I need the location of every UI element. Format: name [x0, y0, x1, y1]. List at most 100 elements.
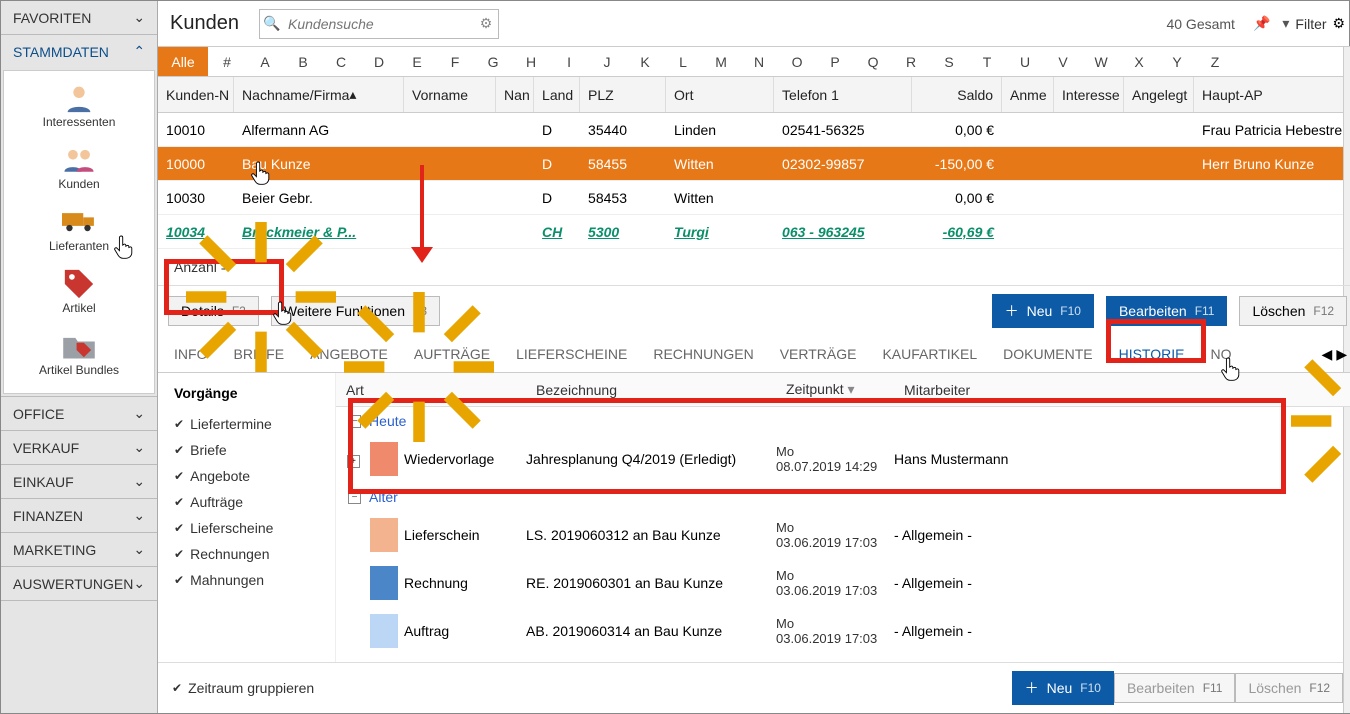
alpha-W[interactable]: W: [1082, 47, 1120, 76]
neu-button[interactable]: ＋NeuF10: [992, 294, 1094, 328]
alpha-I[interactable]: I: [550, 47, 588, 76]
col-angelegt[interactable]: Angelegt: [1124, 77, 1194, 112]
nav-verkauf[interactable]: VERKAUF⌄: [1, 431, 157, 464]
col-interesse[interactable]: Interesse: [1054, 77, 1124, 112]
col-vorname[interactable]: Vorname: [404, 77, 496, 112]
alpha-U[interactable]: U: [1006, 47, 1044, 76]
col-nan[interactable]: Nan: [496, 77, 534, 112]
alpha-S[interactable]: S: [930, 47, 968, 76]
alpha-Q[interactable]: Q: [854, 47, 892, 76]
alpha-D[interactable]: D: [360, 47, 398, 76]
col-land[interactable]: Land: [534, 77, 580, 112]
tab-prev-icon[interactable]: ◀: [1322, 346, 1333, 363]
weitere-funktionen-button[interactable]: Weitere FunktionenF3: [271, 296, 440, 326]
hcol-mitarbeiter[interactable]: Mitarbeiter: [894, 382, 1350, 398]
alpha-K[interactable]: K: [626, 47, 664, 76]
history-row[interactable]: +WiedervorlageJahresplanung Q4/2019 (Erl…: [336, 435, 1350, 483]
alpha-O[interactable]: O: [778, 47, 816, 76]
col-ort[interactable]: Ort: [666, 77, 774, 112]
alpha-L[interactable]: L: [664, 47, 702, 76]
alpha-all[interactable]: Alle: [158, 47, 208, 76]
nav-item-artikel[interactable]: Artikel: [4, 263, 154, 325]
alpha-Y[interactable]: Y: [1158, 47, 1196, 76]
footer-neu-button[interactable]: ＋NeuF10: [1012, 671, 1114, 705]
collapse-icon[interactable]: −: [348, 415, 361, 428]
alpha-R[interactable]: R: [892, 47, 930, 76]
history-row[interactable]: RechnungRE. 2019060301 an Bau KunzeMo03.…: [336, 559, 1350, 607]
table-row[interactable]: 10000Bau KunzeD58455Witten02302-99857-15…: [158, 147, 1350, 181]
nav-stammdaten[interactable]: STAMMDATEN ⌃: [1, 35, 157, 68]
alpha-B[interactable]: B: [284, 47, 322, 76]
footer-bearbeiten-button[interactable]: BearbeitenF11: [1114, 673, 1236, 703]
tab-info[interactable]: INFO: [174, 346, 207, 362]
nav-item-lieferanten[interactable]: Lieferanten: [4, 201, 154, 263]
alpha-T[interactable]: T: [968, 47, 1006, 76]
table-row[interactable]: 10030Beier Gebr.D58453Witten0,00 €: [158, 181, 1350, 215]
alpha-N[interactable]: N: [740, 47, 778, 76]
filter-rechnungen[interactable]: Rechnungen: [174, 541, 319, 567]
nav-item-interessenten[interactable]: Interessenten: [4, 77, 154, 139]
col-anme[interactable]: Anme: [1002, 77, 1054, 112]
alpha-Z[interactable]: Z: [1196, 47, 1234, 76]
zeitraum-gruppieren-checkbox[interactable]: Zeitraum gruppieren: [172, 675, 314, 701]
tab-kaufartikel[interactable]: KAUFARTIKEL: [882, 346, 977, 362]
nav-item-kunden[interactable]: Kunden: [4, 139, 154, 201]
hcol-art[interactable]: Art: [336, 382, 526, 398]
filter-lieferscheine[interactable]: Lieferscheine: [174, 515, 319, 541]
tab-historie[interactable]: HISTORIE: [1119, 346, 1185, 362]
col-haupt-ap[interactable]: Haupt-AP: [1194, 77, 1350, 112]
search-input[interactable]: [284, 12, 474, 36]
alpha-P[interactable]: P: [816, 47, 854, 76]
search-settings-icon[interactable]: ⚙: [474, 15, 498, 32]
col-telefon[interactable]: Telefon 1: [774, 77, 912, 112]
nav-finanzen[interactable]: FINANZEN⌄: [1, 499, 157, 532]
footer-loeschen-button[interactable]: LöschenF12: [1235, 673, 1343, 703]
tab-verträge[interactable]: VERTRÄGE: [780, 346, 857, 362]
collapse-icon[interactable]: −: [348, 491, 361, 504]
tab-briefe[interactable]: BRIEFE: [234, 346, 285, 362]
caret-down-icon[interactable]: ▾: [1282, 15, 1289, 32]
history-row[interactable]: LieferscheinLS. 2019060312 an Bau KunzeM…: [336, 511, 1350, 559]
gear-icon[interactable]: ⚙: [1333, 15, 1346, 32]
alpha-#[interactable]: #: [208, 47, 246, 76]
hcol-bezeichnung[interactable]: Bezeichnung: [526, 382, 776, 398]
alpha-M[interactable]: M: [702, 47, 740, 76]
alpha-X[interactable]: X: [1120, 47, 1158, 76]
col-nachname[interactable]: Nachname/Firma ▴: [234, 77, 404, 112]
alpha-C[interactable]: C: [322, 47, 360, 76]
alpha-J[interactable]: J: [588, 47, 626, 76]
col-kunden-nr[interactable]: Kunden-N: [158, 77, 234, 112]
tab-no[interactable]: NO: [1210, 346, 1231, 362]
filter-angebote[interactable]: Angebote: [174, 463, 319, 489]
loeschen-button[interactable]: LöschenF12: [1239, 296, 1347, 326]
col-plz[interactable]: PLZ: [580, 77, 666, 112]
filter-label[interactable]: Filter: [1295, 16, 1326, 32]
nav-einkauf[interactable]: EINKAUF⌄: [1, 465, 157, 498]
history-row[interactable]: AuftragAB. 2019060314 an Bau KunzeMo03.0…: [336, 607, 1350, 655]
filter-liefertermine[interactable]: Liefertermine: [174, 411, 319, 437]
filter-briefe[interactable]: Briefe: [174, 437, 319, 463]
hcol-zeitpunkt[interactable]: Zeitpunkt ▾: [776, 381, 894, 398]
group-heute[interactable]: −Heute: [336, 407, 1350, 435]
nav-item-artikel-bundles[interactable]: Artikel Bundles: [4, 325, 154, 387]
alpha-H[interactable]: H: [512, 47, 550, 76]
filter-mahnungen[interactable]: Mahnungen: [174, 567, 319, 593]
nav-auswertungen[interactable]: AUSWERTUNGEN⌄: [1, 567, 157, 600]
alpha-A[interactable]: A: [246, 47, 284, 76]
table-row[interactable]: 10010Alfermann AGD35440Linden02541-56325…: [158, 113, 1350, 147]
tab-angebote[interactable]: ANGEBOTE: [310, 346, 388, 362]
bearbeiten-button[interactable]: BearbeitenF11: [1106, 296, 1228, 326]
nav-office[interactable]: OFFICE⌄: [1, 397, 157, 430]
nav-favoriten[interactable]: FAVORITEN ⌄: [1, 1, 157, 34]
table-row[interactable]: 10034Bruckmeier & P...CH5300Turgi063 - 9…: [158, 215, 1350, 249]
alpha-E[interactable]: E: [398, 47, 436, 76]
tab-dokumente[interactable]: DOKUMENTE: [1003, 346, 1092, 362]
group-aelter[interactable]: −Älter: [336, 483, 1350, 511]
tab-lieferscheine[interactable]: LIEFERSCHEINE: [516, 346, 627, 362]
search-icon[interactable]: 🔍: [260, 15, 284, 32]
alpha-V[interactable]: V: [1044, 47, 1082, 76]
alpha-G[interactable]: G: [474, 47, 512, 76]
col-saldo[interactable]: Saldo: [912, 77, 1002, 112]
alpha-F[interactable]: F: [436, 47, 474, 76]
pin-icon[interactable]: 📌: [1253, 15, 1270, 32]
